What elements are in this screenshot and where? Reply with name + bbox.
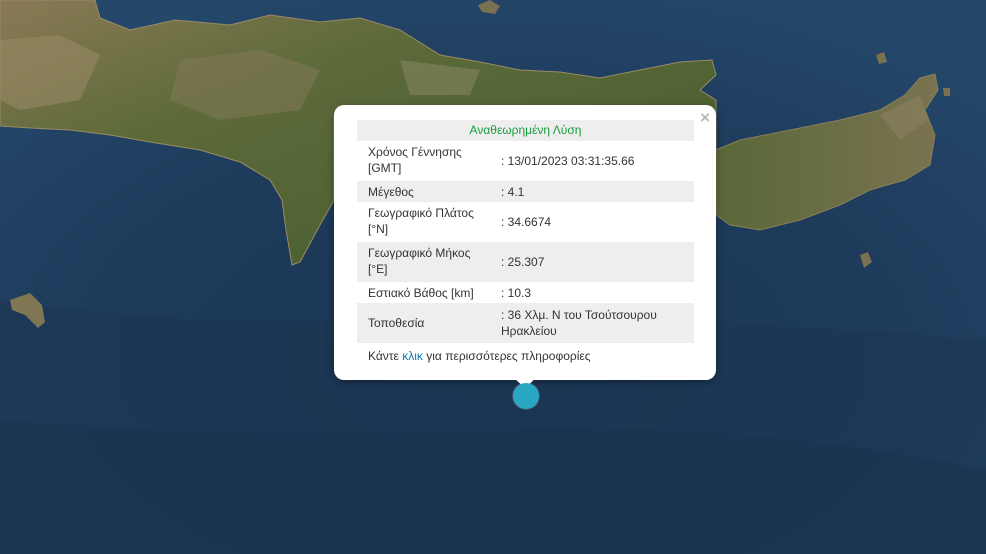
table-row: Τοποθεσία : 36 Χλμ. Ν του Τσούτσουρου Ηρ… [357, 303, 694, 343]
magnitude-label: Μέγεθος [368, 185, 414, 199]
more-info-line: Κάντε κλικ για περισσότερες πληροφορίες [357, 343, 694, 363]
depth-label: Εστιακό Βάθος [km] [368, 286, 474, 300]
close-icon[interactable]: × [700, 109, 710, 127]
table-row: Γεωγραφικό Πλάτος [°N] : 34.6674 [357, 202, 694, 242]
table-row: Γεωγραφικό Μήκος [°E] : 25.307 [357, 242, 694, 282]
origin-time-value: : 13/01/2023 03:31:35.66 [501, 154, 635, 168]
location-label: Τοποθεσία [368, 316, 425, 330]
table-row: Χρόνος Γέννησης [GMT] : 13/01/2023 03:31… [357, 141, 694, 181]
longitude-value: : 25.307 [501, 255, 545, 269]
latitude-label: Γεωγραφικό Πλάτος [°N] [368, 206, 474, 236]
earthquake-marker-icon[interactable] [513, 383, 539, 409]
earthquake-details-table: Αναθεωρημένη Λύση Χρόνος Γέννησης [GMT] … [357, 120, 694, 363]
popup-title: Αναθεωρημένη Λύση [357, 120, 694, 141]
longitude-label: Γεωγραφικό Μήκος [°E] [368, 246, 471, 276]
more-info-suffix: για περισσότερες πληροφορίες [426, 349, 591, 363]
more-info-link[interactable]: κλικ [402, 349, 423, 363]
more-info-prefix: Κάντε [368, 349, 399, 363]
location-value: : 36 Χλμ. Ν του Τσούτσουρου Ηρακλείου [501, 308, 657, 338]
latitude-value: : 34.6674 [501, 215, 552, 229]
table-row: Μέγεθος : 4.1 [357, 181, 694, 202]
depth-value: : 10.3 [501, 285, 532, 300]
origin-time-label: Χρόνος Γέννησης [GMT] [368, 145, 462, 175]
earthquake-info-popup: × Αναθεωρημένη Λύση Χρόνος Γέννησης [GMT… [334, 105, 716, 380]
islet [943, 88, 950, 96]
magnitude-value: : 4.1 [501, 184, 525, 199]
table-row: Εστιακό Βάθος [km] : 10.3 [357, 282, 694, 303]
